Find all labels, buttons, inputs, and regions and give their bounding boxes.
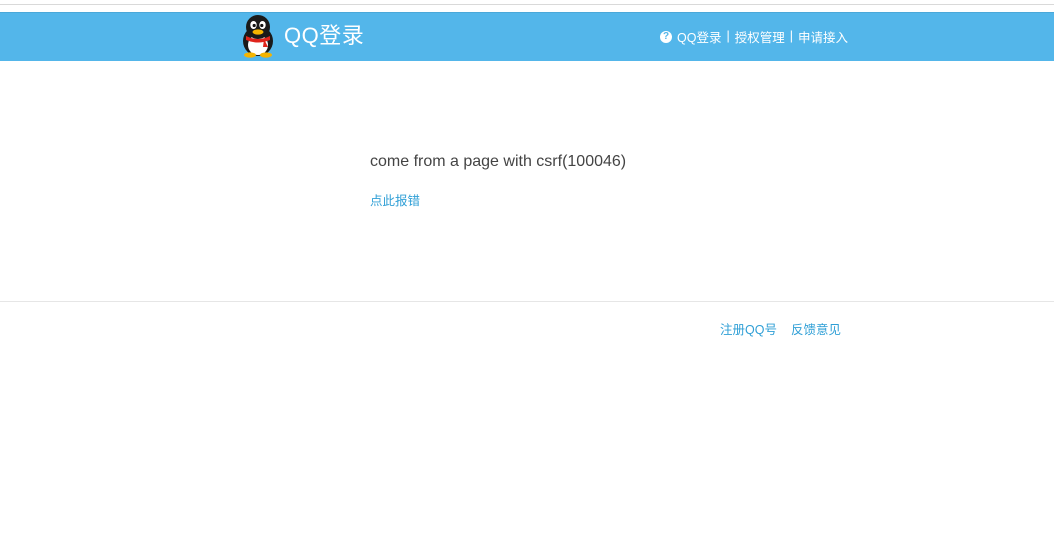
nav-qq-login-link[interactable]: QQ登录 <box>677 27 721 46</box>
register-qq-link[interactable]: 注册QQ号 <box>720 323 777 337</box>
header-nav: ? QQ登录 | 授权管理 | 申请接入 <box>660 27 848 45</box>
footer-links: 注册QQ号 反馈意见 <box>720 321 841 339</box>
header-bar: QQ登录 ? QQ登录 | 授权管理 | 申请接入 <box>0 12 1054 61</box>
question-circle-icon: ? <box>660 30 672 43</box>
top-border-line <box>0 4 1054 5</box>
brand-title: QQ登录 <box>284 23 365 48</box>
report-error-link[interactable]: 点此报错 <box>370 192 420 210</box>
nav-separator: | <box>726 29 730 43</box>
qq-penguin-icon <box>243 15 273 58</box>
error-message: come from a page with csrf(100046) <box>370 153 627 170</box>
footer-divider <box>0 301 1054 302</box>
nav-separator: | <box>789 29 793 43</box>
nav-apply-access-link[interactable]: 申请接入 <box>798 27 848 46</box>
nav-auth-manage-link[interactable]: 授权管理 <box>735 27 785 46</box>
feedback-link[interactable]: 反馈意见 <box>791 323 841 337</box>
